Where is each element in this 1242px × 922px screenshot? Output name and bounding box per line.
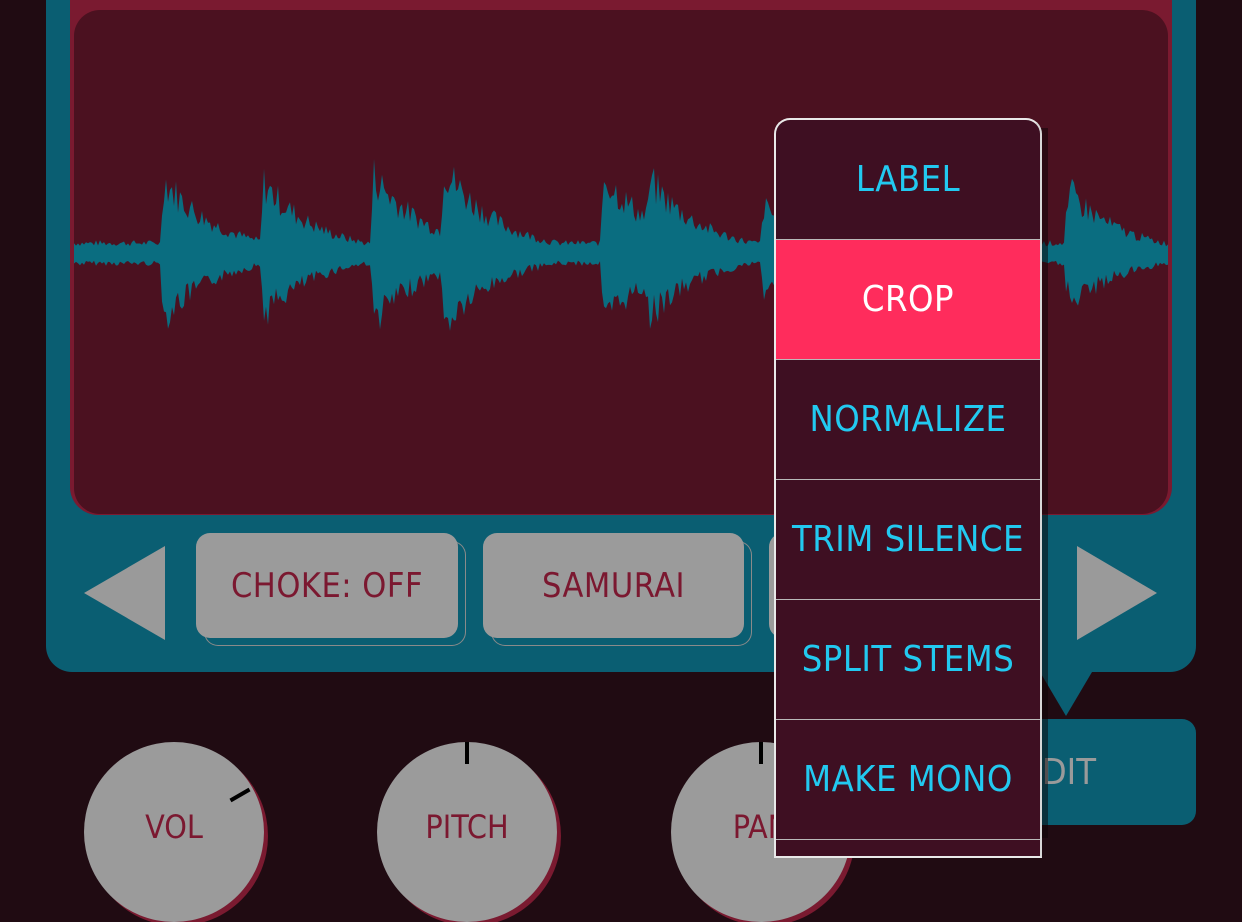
menu-item-label[interactable]: LABEL [776, 120, 1040, 240]
pitch-knob[interactable]: PITCH [377, 742, 557, 922]
knob-label: PITCH [425, 808, 509, 846]
knob-label: VOL [145, 808, 203, 846]
volume-knob[interactable]: VOL [84, 742, 264, 922]
menu-item-split-stems[interactable]: SPLIT STEMS [776, 600, 1040, 720]
knob-indicator [229, 787, 251, 803]
triangle-left-icon[interactable] [84, 546, 165, 640]
sample-name-button[interactable]: SAMURAI [483, 533, 744, 638]
menu-item-trim-silence[interactable]: TRIM SILENCE [776, 480, 1040, 600]
edit-menu: LABEL CROP NORMALIZE TRIM SILENCE SPLIT … [774, 118, 1042, 858]
menu-item-crop[interactable]: CROP [776, 240, 1040, 360]
menu-item-normalize[interactable]: NORMALIZE [776, 360, 1040, 480]
choke-button[interactable]: CHOKE: OFF [196, 533, 458, 638]
menu-item-make-mono[interactable]: MAKE MONO [776, 720, 1040, 840]
triangle-right-icon[interactable] [1077, 546, 1157, 640]
knob-indicator [465, 742, 469, 764]
knob-indicator [759, 742, 763, 764]
